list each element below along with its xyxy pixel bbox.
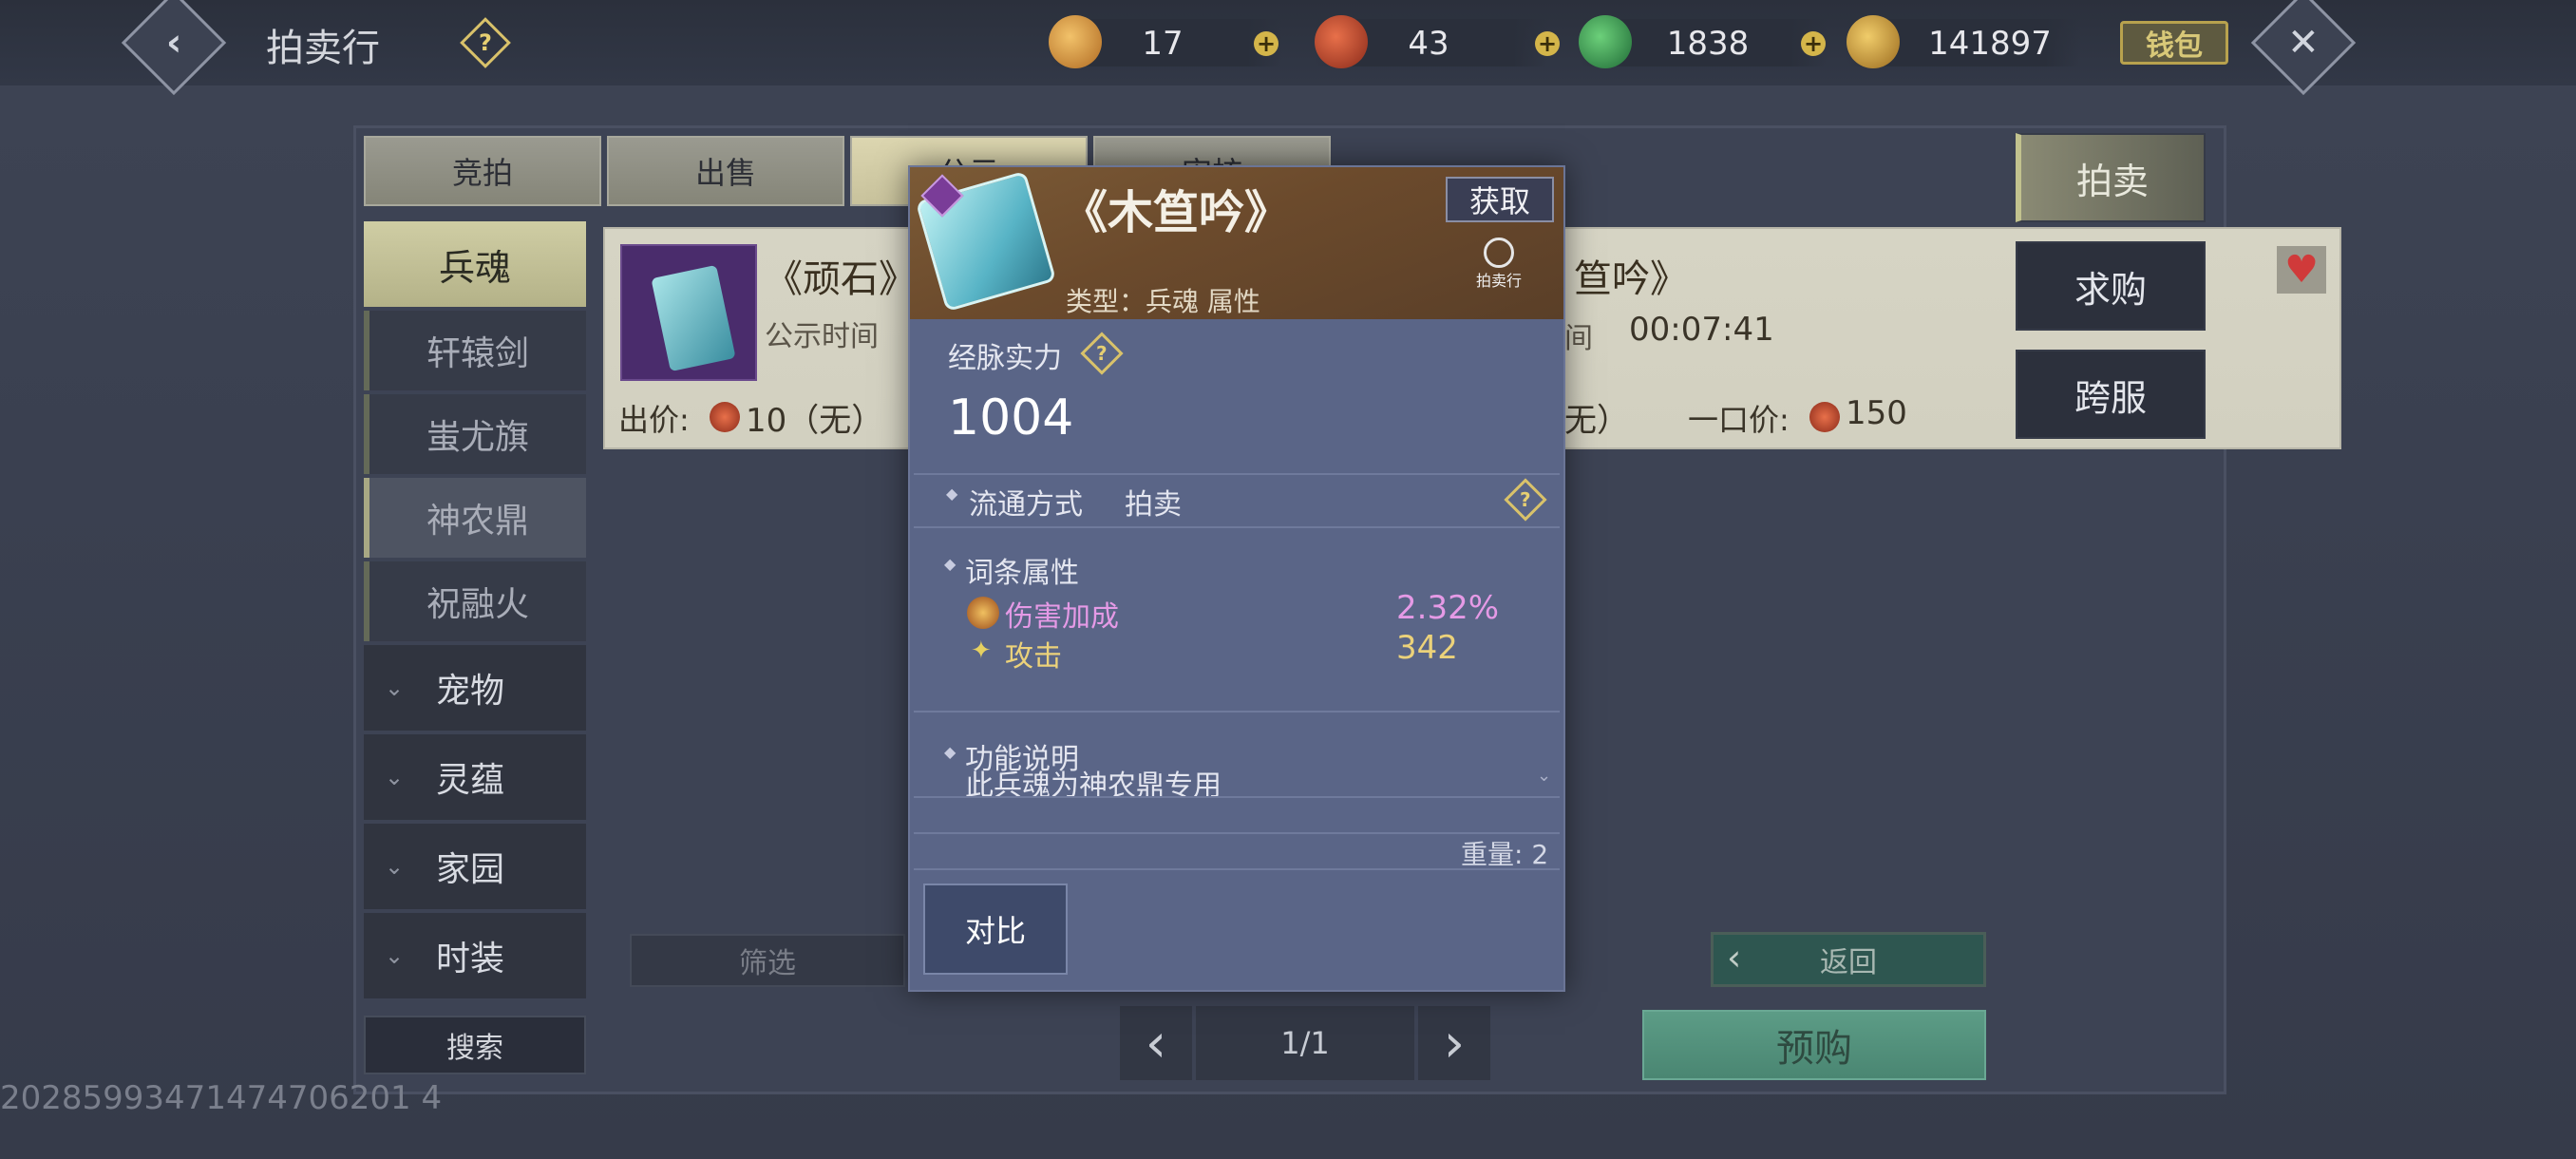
bid-price: 无） [1564,402,1629,440]
subcategory-shennong[interactable]: 神农鼎 [364,478,586,558]
power-value: 1004 [948,390,1074,446]
gold-ingot-icon [1049,15,1102,68]
page-indicator: 1/1 [1196,1006,1414,1080]
circulation-label: 流通方式 [969,488,1083,522]
red-coin-icon [1315,15,1368,68]
subcategory-zhurong[interactable]: 祝融火 [364,561,586,641]
affix-name: 伤害加成 [1005,600,1119,634]
auction-house-icon[interactable]: 拍卖行 [1461,238,1537,291]
back-button[interactable]: ‹ [121,0,227,96]
preorder-button[interactable]: 预购 [1642,1010,1986,1080]
damage-bonus-icon [967,597,999,629]
page-title: 拍卖行 [266,27,380,70]
currency-gold-leaf: 141897 [1847,15,2080,68]
jade-icon [1579,15,1632,68]
item-detail-popup: 《木笪吟》 获取 拍卖行 类型：兵魂 属性 经脉实力 ? 1004 ◆ 流通方式… [908,165,1565,992]
popup-title: 《木笪吟》 [1062,186,1291,239]
red-coin-icon [710,402,740,432]
wallet-button[interactable]: 钱包 [2120,21,2228,65]
power-label: 经脉实力 [948,342,1062,375]
return-button[interactable]: ‹ 返回 [1711,932,1986,987]
user-id: 20285993471474706201 4 [0,1079,443,1117]
chevron-down-icon: ⌄ [385,853,405,880]
compare-button[interactable]: 对比 [923,884,1068,975]
currency-red-coin: 43 + [1315,15,1560,68]
red-coin-icon [1809,402,1840,432]
chevron-left-icon: ‹ [1145,1012,1167,1074]
obtain-button[interactable]: 获取 [1446,177,1554,222]
help-icon[interactable]: ? [460,17,511,68]
side-tab-wanted[interactable]: 求购 [2016,241,2206,331]
top-bar: ‹ 拍卖行 ? 17 + 43 + 1838 + 141897 钱包 ✕ [0,0,2576,96]
currency-jade: 1838 + [1579,15,1828,68]
buyout-label: 一口价: [1688,402,1790,438]
tab-bid[interactable]: 竞拍 [364,136,601,206]
prev-page-button[interactable]: ‹ [1120,1006,1192,1080]
add-currency-button[interactable]: + [1801,31,1826,56]
attack-icon: ✦ [971,636,992,665]
affix-value: 2.32% [1396,589,1500,627]
bullet-icon: ◆ [944,743,957,761]
filter-button[interactable]: 筛选 [630,934,905,987]
item-icon [620,244,757,381]
tab-sell[interactable]: 出售 [607,136,844,206]
bid-price: 10（无） [746,402,884,440]
public-time-label: 间 [1564,322,1593,355]
side-tab-cross-server[interactable]: 跨服 [2016,350,2206,439]
bullet-icon: ◆ [946,484,958,503]
listing-card[interactable]: 笪吟》 间 00:07:41 无） 一口价: 150 ♥ [1563,227,2341,449]
add-currency-button[interactable]: + [1535,31,1560,56]
help-icon[interactable]: ? [1504,478,1547,522]
item-weight: 重量: 2 [1461,839,1549,870]
public-time-label: 公示时间 [765,320,879,353]
category-pet[interactable]: ⌄ 宠物 [364,645,586,731]
countdown: 00:07:41 [1629,311,1774,349]
category-spirit[interactable]: ⌄ 灵蕴 [364,734,586,820]
circulation-value: 拍卖 [1125,488,1182,522]
category-fashion[interactable]: ⌄ 时装 [364,913,586,998]
buyout-price: 150 [1846,394,1907,432]
chevron-down-icon: ⌄ [385,942,405,969]
chevron-right-icon: › [1443,1012,1466,1074]
function-text: 此兵魂为神农鼎专用 [965,770,1222,796]
affix-label: 词条属性 [965,557,1079,590]
bid-label: 出价: [618,402,690,438]
category-weapon-soul[interactable]: 兵魂 [364,221,586,307]
add-currency-button[interactable]: + [1254,31,1279,56]
gold-leaf-icon [1847,15,1900,68]
currency-gold-ingot: 17 + [1049,15,1282,68]
affix-value: 342 [1396,629,1458,667]
category-home[interactable]: ⌄ 家园 [364,824,586,909]
side-tab-auction[interactable]: 拍卖 [2016,133,2206,222]
chevron-down-icon: ⌄ [385,764,405,790]
item-type: 类型：兵魂 属性 [1066,286,1260,317]
close-button[interactable]: ✕ [2250,0,2357,96]
heart-icon[interactable]: ♥ [2277,246,2326,294]
next-page-button[interactable]: › [1418,1006,1490,1080]
listing-card[interactable]: 《顽石》 公示时间 出价: 10（无） [603,227,949,449]
item-name: 笪吟》 [1574,257,1688,301]
search-button[interactable]: 搜索 [364,1016,586,1074]
chevron-left-icon: ‹ [1727,937,1742,978]
popup-header: 《木笪吟》 获取 拍卖行 类型：兵魂 属性 [910,167,1563,319]
chevron-down-icon: ⌄ [385,674,405,701]
subcategory-xuanyuan[interactable]: 轩辕剑 [364,311,586,390]
chevron-left-icon: ‹ [165,20,182,65]
affix-name: 攻击 [1005,640,1062,674]
help-icon[interactable]: ? [1080,332,1124,375]
item-name: 《顽石》 [765,257,917,301]
subcategory-chiyou[interactable]: 蚩尤旗 [364,394,586,474]
bullet-icon: ◆ [944,555,957,573]
close-icon: ✕ [2287,20,2320,65]
expand-down-icon[interactable]: ⌄ [1537,766,1551,786]
